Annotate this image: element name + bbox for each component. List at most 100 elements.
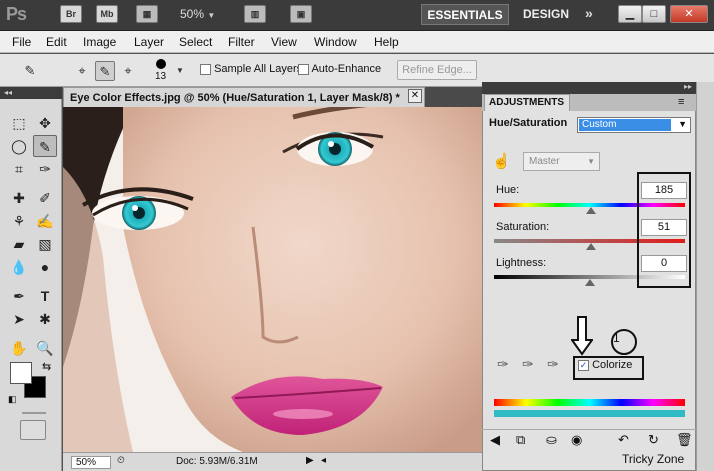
down-arrow-callout bbox=[570, 316, 594, 356]
clone-stamp-tool-icon[interactable]: ⚘ bbox=[7, 210, 31, 232]
close-window-button[interactable]: ✕ bbox=[670, 5, 708, 23]
quick-selection-tool-preset-icon[interactable]: ✎ bbox=[20, 61, 40, 81]
reset-icon[interactable]: ↻ bbox=[648, 432, 659, 448]
colorize-checkbox[interactable]: ✓ bbox=[578, 359, 589, 371]
return-to-list-icon[interactable]: ◀ bbox=[490, 432, 500, 448]
adjustments-tab[interactable]: ADJUSTMENTS bbox=[484, 94, 570, 111]
targeted-adjustment-hand-icon[interactable]: ☝ bbox=[492, 152, 511, 170]
hue-slider-thumb[interactable] bbox=[586, 207, 597, 214]
chevron-down-icon[interactable]: ▼ bbox=[176, 66, 184, 75]
document-size: Doc: 5.93M/6.31M bbox=[176, 456, 258, 467]
minimize-button[interactable]: ▁ bbox=[618, 5, 642, 23]
scroll-left-icon[interactable]: ◂ bbox=[321, 455, 326, 466]
auto-enhance-option[interactable]: Auto-Enhance bbox=[298, 63, 381, 75]
add-to-selection-icon[interactable]: ✎ bbox=[95, 61, 115, 81]
bridge-button[interactable]: Br bbox=[60, 5, 82, 23]
pen-tool-icon[interactable]: ✒ bbox=[7, 285, 31, 307]
panel-scrollbar[interactable] bbox=[696, 82, 714, 471]
delete-trash-icon[interactable]: 🗑 bbox=[676, 432, 693, 448]
hand-tool-icon[interactable]: ✋ bbox=[7, 337, 31, 359]
values-highlight-box bbox=[637, 172, 691, 288]
menu-select[interactable]: Select bbox=[179, 35, 212, 49]
panel-menu-icon[interactable]: ≡ bbox=[678, 96, 684, 108]
status-info-icon[interactable]: ⏲ bbox=[117, 455, 125, 466]
new-selection-icon[interactable]: ⌖ bbox=[72, 61, 92, 81]
refine-edge-button[interactable]: Refine Edge... bbox=[397, 60, 477, 80]
maximize-button[interactable]: □ bbox=[642, 5, 666, 23]
add-to-sample-eyedropper-icon[interactable]: ✑ bbox=[522, 356, 534, 373]
sample-all-layers-checkbox[interactable] bbox=[200, 63, 211, 75]
guides-icon[interactable]: ▦ bbox=[136, 5, 158, 23]
expanded-view-icon[interactable]: ⧉ bbox=[516, 432, 525, 448]
essentials-workspace-button[interactable]: ESSENTIALS bbox=[421, 4, 509, 25]
sample-all-layers-option[interactable]: Sample All Layers bbox=[200, 63, 302, 75]
menu-layer[interactable]: Layer bbox=[134, 35, 164, 49]
zoom-level-dropdown[interactable]: 50% ▼ bbox=[180, 7, 215, 21]
history-brush-tool-icon[interactable]: ✍ bbox=[33, 210, 57, 232]
blur-tool-icon[interactable]: 💧 bbox=[7, 256, 31, 278]
dodge-tool-icon[interactable]: ● bbox=[33, 256, 57, 278]
channel-value: Master bbox=[529, 156, 560, 167]
brush-tool-icon[interactable]: ✐ bbox=[33, 187, 57, 209]
photoshop-logo: Ps bbox=[6, 4, 27, 24]
status-zoom-field[interactable]: 50% bbox=[71, 456, 111, 469]
crop-tool-icon[interactable]: ⌗ bbox=[7, 158, 31, 180]
panel-header-bar: ▸▸ bbox=[482, 82, 696, 94]
saturation-label: Saturation: bbox=[496, 221, 550, 233]
move-tool-icon[interactable]: ✥ bbox=[33, 112, 57, 134]
menu-window[interactable]: Window bbox=[314, 35, 357, 49]
menu-view[interactable]: View bbox=[271, 35, 297, 49]
sample-all-layers-label: Sample All Layers bbox=[214, 63, 303, 75]
swap-colors-icon[interactable]: ⇆ bbox=[42, 360, 51, 373]
auto-enhance-checkbox[interactable] bbox=[298, 63, 309, 75]
more-workspaces-icon[interactable]: » bbox=[585, 5, 593, 21]
lasso-tool-icon[interactable]: ◯ bbox=[7, 135, 31, 157]
auto-enhance-label: Auto-Enhance bbox=[311, 63, 382, 75]
visibility-eye-icon[interactable]: ◉ bbox=[571, 432, 582, 448]
collapse-panel-icon[interactable]: ▸▸ bbox=[684, 82, 692, 91]
path-selection-tool-icon[interactable]: ➤ bbox=[7, 308, 31, 330]
brush-tip-icon bbox=[156, 59, 166, 69]
subtract-from-selection-icon[interactable]: ⌖ bbox=[118, 61, 138, 81]
close-document-icon[interactable]: ✕ bbox=[408, 89, 422, 103]
eraser-tool-icon[interactable]: ▰ bbox=[7, 233, 31, 255]
lightness-slider-thumb[interactable] bbox=[584, 279, 595, 286]
document-tab[interactable]: Eye Color Effects.jpg @ 50% (Hue/Saturat… bbox=[63, 87, 425, 107]
menu-file[interactable]: File bbox=[12, 35, 31, 49]
custom-shape-tool-icon[interactable]: ✱ bbox=[33, 308, 57, 330]
gradient-tool-icon[interactable]: ▧ bbox=[33, 233, 57, 255]
saturation-slider-thumb[interactable] bbox=[586, 243, 597, 250]
menu-help[interactable]: Help bbox=[374, 35, 399, 49]
tool-grid: ⬚ ✥ ◯ ✎ ⌗ ✑ ✚ ✐ ⚘ ✍ ▰ ▧ 💧 ● ✒ T ➤ ✱ ✋ 🔍 bbox=[7, 112, 59, 359]
eyedropper-tool-icon[interactable]: ✑ bbox=[33, 158, 57, 180]
status-menu-arrow-icon[interactable]: ▶ bbox=[306, 455, 314, 466]
colorize-option[interactable]: ✓ Colorize bbox=[578, 359, 632, 371]
menu-image[interactable]: Image bbox=[83, 35, 116, 49]
design-workspace-button[interactable]: DESIGN bbox=[514, 4, 578, 25]
menu-edit[interactable]: Edit bbox=[46, 35, 67, 49]
lightness-label: Lightness: bbox=[496, 257, 547, 269]
channel-dropdown[interactable]: Master ▼ bbox=[523, 152, 600, 171]
eyedropper-icon[interactable]: ✑ bbox=[497, 356, 509, 373]
previous-state-icon[interactable]: ↶ bbox=[618, 432, 629, 448]
brush-picker[interactable] bbox=[154, 59, 168, 71]
default-colors-icon[interactable]: ◧ bbox=[8, 394, 17, 405]
zoom-tool-icon[interactable]: 🔍 bbox=[33, 337, 57, 359]
menu-bar: File Edit Image Layer Select Filter View… bbox=[0, 31, 714, 53]
menu-filter[interactable]: Filter bbox=[228, 35, 255, 49]
mini-bridge-button[interactable]: Mb bbox=[96, 5, 118, 23]
preset-dropdown[interactable]: Custom ▼ bbox=[577, 117, 691, 133]
arrange-documents-icon[interactable]: ▥ bbox=[244, 5, 266, 23]
marquee-tool-icon[interactable]: ⬚ bbox=[7, 112, 31, 134]
screen-mode-icon[interactable]: ▣ bbox=[290, 5, 312, 23]
quick-mask-icon[interactable] bbox=[20, 420, 46, 440]
image-canvas[interactable] bbox=[63, 107, 482, 452]
foreground-color-swatch[interactable] bbox=[10, 362, 32, 384]
type-tool-icon[interactable]: T bbox=[33, 285, 57, 307]
subtract-from-sample-eyedropper-icon[interactable]: ✑ bbox=[547, 356, 559, 373]
clip-to-layer-icon[interactable]: ⛀ bbox=[546, 432, 557, 448]
quick-selection-tool-icon[interactable]: ✎ bbox=[33, 135, 57, 157]
input-color-ramp bbox=[494, 399, 685, 406]
chevron-down-icon: ▼ bbox=[678, 119, 687, 129]
spot-healing-tool-icon[interactable]: ✚ bbox=[7, 187, 31, 209]
